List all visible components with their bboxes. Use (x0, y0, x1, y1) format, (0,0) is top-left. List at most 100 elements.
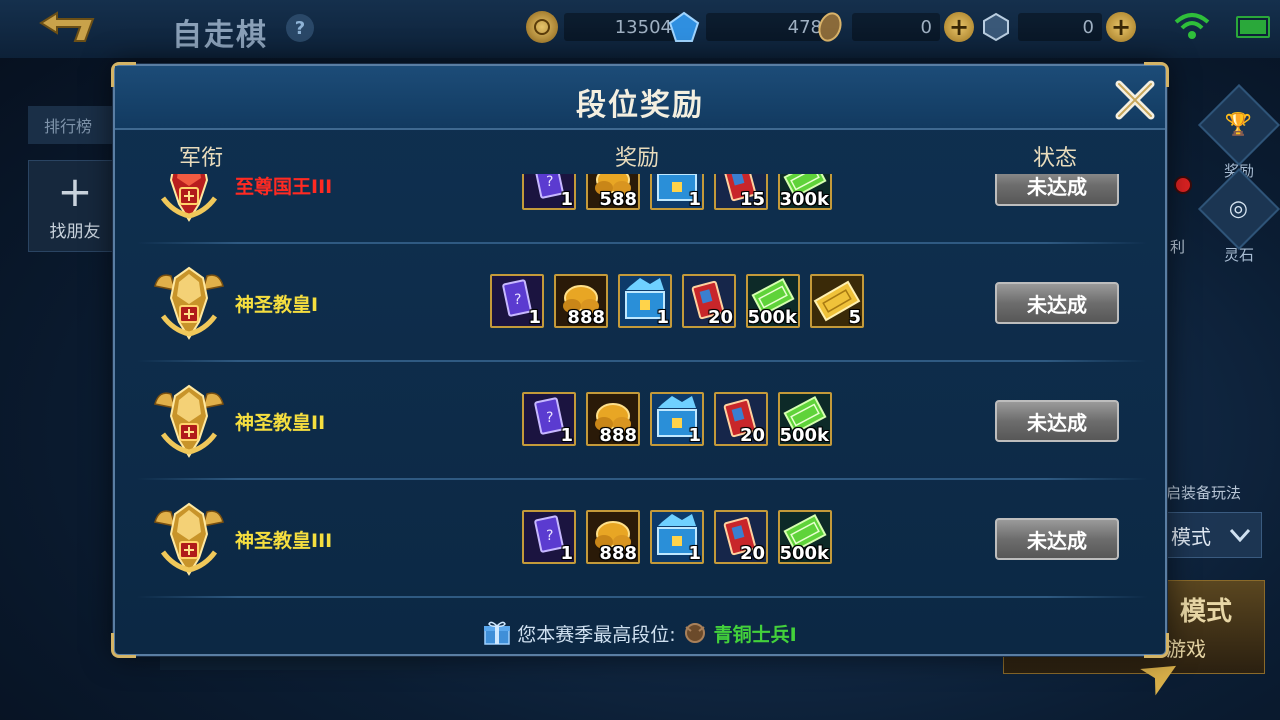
notification-dot (1174, 176, 1192, 194)
reward-card-icon[interactable]: ? 1 (522, 174, 576, 210)
status-button[interactable]: 未达成 (995, 518, 1119, 560)
battery-icon (1236, 16, 1270, 38)
reward-quantity: 1 (560, 543, 573, 564)
reward-quantity: 1 (688, 543, 701, 564)
reward-book-icon[interactable]: 20 (682, 274, 736, 328)
rank-row: 神圣教皇III? 1 888 1 20 500k 未达成 (137, 480, 1147, 598)
reward-coins-icon[interactable]: 588 (586, 174, 640, 210)
add-ticket-button[interactable]: + (944, 12, 974, 42)
reward-quantity: 588 (599, 189, 637, 210)
help-icon[interactable]: ? (286, 14, 314, 42)
reward-quantity: 20 (739, 425, 765, 446)
benefits-label[interactable]: 利 (1170, 236, 1185, 257)
supreme-king-emblem-icon (149, 174, 229, 224)
wifi-icon (1174, 13, 1210, 39)
reward-quantity: 500k (779, 425, 829, 446)
top-bar: 自走棋 ? 13504 478 0 + 0 + (0, 0, 1280, 58)
bronze-rank-icon (684, 623, 705, 643)
rank-name: 神圣教皇III (235, 530, 333, 552)
reward-quantity: 300k (779, 189, 829, 210)
season-best-rank-value: 青铜士兵I (713, 623, 797, 646)
svg-text:?: ? (546, 410, 553, 426)
reward-items: ? 1 888 1 20 500k (417, 392, 937, 450)
rank-row: 神圣教皇I ? 1 888 1 20 500k 5 未达成 (137, 244, 1147, 362)
reward-chest-icon[interactable]: 1 (650, 174, 704, 210)
row-divider (137, 596, 1147, 598)
crystal-currency: 0 + (980, 8, 1136, 46)
reward-quantity: 20 (739, 543, 765, 564)
column-header-rank: 军衔 (179, 146, 224, 171)
reward-items: ? 1 888 1 20 500k (417, 510, 937, 568)
start-mode-title: 模式 (1179, 597, 1232, 627)
leaderboard-tab[interactable]: 排行榜 (28, 106, 120, 144)
ticket-currency: 0 + (814, 8, 974, 46)
reward-card-icon[interactable]: ? 1 (522, 510, 576, 564)
holy-pope-emblem-icon (149, 500, 229, 578)
reward-ticket-icon[interactable]: 5 (810, 274, 864, 328)
reward-coins-icon[interactable]: 888 (586, 510, 640, 564)
status-button[interactable]: 未达成 (995, 282, 1119, 324)
reward-book-icon[interactable]: 15 (714, 174, 768, 210)
svg-text:?: ? (546, 528, 553, 544)
find-friends-label: 找朋友 (49, 221, 101, 242)
season-best-label: 您本赛季最高段位: (517, 623, 676, 646)
rank-name: 神圣教皇I (235, 294, 319, 316)
diamond-currency: 478 (668, 8, 830, 46)
mode-label: 模式 (1171, 524, 1211, 549)
trophy-icon: 🏆 (1225, 112, 1253, 138)
diamond-amount: 478 (706, 13, 830, 41)
gold-coin-icon (526, 11, 558, 43)
reward-chest-icon[interactable]: 1 (650, 392, 704, 446)
reward-card-icon[interactable]: ? 1 (522, 392, 576, 446)
reward-quantity: 1 (656, 307, 669, 328)
gold-amount: 13504 (564, 13, 680, 41)
reward-quantity: 1 (688, 425, 701, 446)
reward-cash-icon[interactable]: 500k (746, 274, 800, 328)
reward-chest-icon[interactable]: 1 (618, 274, 672, 328)
mode-dropdown[interactable]: 模式 (1166, 512, 1262, 558)
reward-items: ? 1 888 1 20 500k 5 (417, 274, 937, 332)
gold-currency: 13504 (526, 8, 680, 46)
spirit-stone-button[interactable]: ◎ 灵石 (1197, 167, 1280, 265)
dialog-title: 段位奖励 (576, 88, 704, 123)
gift-icon (484, 621, 511, 645)
back-arrow-icon (39, 11, 95, 42)
chevron-down-icon (1229, 528, 1251, 542)
column-header-status: 状态 (1033, 146, 1078, 171)
reward-book-icon[interactable]: 20 (714, 392, 768, 446)
plus-icon: + (57, 166, 93, 216)
reward-quantity: 500k (747, 307, 797, 328)
find-friends-button[interactable]: + 找朋友 (28, 160, 122, 252)
equip-mode-text: 启装备玩法 (1166, 484, 1242, 502)
close-button[interactable] (1109, 74, 1161, 126)
rank-name: 神圣教皇II (235, 412, 326, 434)
page-title: 自走棋 (172, 18, 268, 53)
reward-cash-icon[interactable]: 500k (778, 392, 832, 446)
close-icon (1115, 80, 1155, 120)
status-button[interactable]: 未达成 (995, 400, 1119, 442)
reward-chest-icon[interactable]: 1 (650, 510, 704, 564)
reward-cash-icon[interactable]: 300k (778, 174, 832, 210)
column-header-rewards: 奖励 (615, 146, 660, 171)
reward-cash-icon[interactable]: 500k (778, 510, 832, 564)
reward-quantity: 500k (779, 543, 829, 564)
reward-coins-icon[interactable]: 888 (586, 392, 640, 446)
status-button[interactable]: 未达成 (995, 174, 1119, 206)
reward-book-icon[interactable]: 20 (714, 510, 768, 564)
dialog-header: 段位奖励 (115, 66, 1165, 130)
rank-name: 至尊国王III (235, 176, 333, 198)
rank-row: 至尊国王III? 1 588 1 15 300k 未达成 (137, 174, 1147, 244)
add-crystal-button[interactable]: + (1106, 12, 1136, 42)
reward-quantity: 15 (739, 189, 765, 210)
back-button[interactable] (34, 8, 106, 50)
rank-reward-list[interactable]: 至尊国王III? 1 588 1 15 300k 未达成 神圣教皇I? 1 888 1 20 500k 5… (137, 174, 1147, 604)
crystal-icon (980, 11, 1012, 43)
reward-quantity: 1 (528, 307, 541, 328)
reward-coins-icon[interactable]: 888 (554, 274, 608, 328)
reward-card-icon[interactable]: ? 1 (490, 274, 544, 328)
reward-quantity: 1 (560, 425, 573, 446)
reward-quantity: 1 (560, 189, 573, 210)
reward-quantity: 888 (599, 425, 637, 446)
svg-text:?: ? (546, 174, 553, 190)
reward-quantity: 5 (848, 307, 861, 328)
